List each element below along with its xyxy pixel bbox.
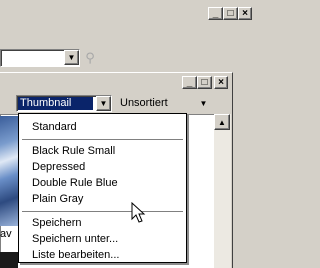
minimize-icon: _ xyxy=(212,7,219,19)
dropdown-item-depressed[interactable]: Depressed xyxy=(32,160,85,174)
scroll-up-button[interactable]: ▲ xyxy=(214,114,230,130)
chevron-down-icon: ▼ xyxy=(99,99,108,108)
thumbnail-image[interactable] xyxy=(0,116,18,226)
thumbnail-footer xyxy=(0,252,18,268)
inner-minimize-button[interactable]: _ xyxy=(182,76,197,89)
dropdown-item-plain-gray[interactable]: Plain Gray xyxy=(32,192,83,206)
dropdown-separator xyxy=(22,211,183,213)
dropdown-item-speichern[interactable]: Speichern xyxy=(32,216,82,230)
sort-dropdown-button[interactable]: ▼ xyxy=(196,96,211,111)
mouse-pointer-icon xyxy=(131,202,146,223)
sort-selected[interactable]: Unsortiert xyxy=(120,97,168,110)
inner-close-button[interactable]: × xyxy=(214,76,228,89)
dropdown-item-liste-bearbeiten[interactable]: Liste bearbeiten... xyxy=(32,248,119,262)
chevron-down-icon: ▼ xyxy=(67,53,76,62)
dropdown-item-black-rule-small[interactable]: Black Rule Small xyxy=(32,144,115,158)
path-combo-dropdown-button[interactable]: ▼ xyxy=(64,50,79,65)
dropdown-item-standard[interactable]: Standard xyxy=(32,120,77,134)
maximize-icon: □ xyxy=(201,76,208,88)
close-icon: × xyxy=(218,76,224,88)
chevron-up-icon: ▲ xyxy=(218,117,226,127)
inner-maximize-button[interactable]: □ xyxy=(197,76,212,89)
minimize-icon: _ xyxy=(186,76,193,88)
outer-maximize-button[interactable]: □ xyxy=(223,7,238,20)
thumbnail-caption: av xyxy=(0,228,12,240)
maximize-icon: □ xyxy=(227,7,234,19)
view-style-selected[interactable]: Thumbnail xyxy=(18,97,93,110)
dropdown-item-double-rule-blue[interactable]: Double Rule Blue xyxy=(32,176,118,190)
find-icon[interactable]: ⚲ xyxy=(82,50,98,66)
view-style-dropdown-button[interactable]: ▼ xyxy=(96,96,111,111)
dropdown-item-speichern-unter[interactable]: Speichern unter... xyxy=(32,232,118,246)
outer-close-button[interactable]: × xyxy=(238,7,252,20)
chevron-down-icon: ▼ xyxy=(199,99,208,108)
outer-minimize-button[interactable]: _ xyxy=(208,7,223,20)
dropdown-separator xyxy=(22,139,183,141)
close-icon: × xyxy=(242,7,248,19)
vertical-scrollbar[interactable] xyxy=(214,114,231,268)
view-style-dropdown-list: Standard Black Rule Small Depressed Doub… xyxy=(18,113,187,263)
